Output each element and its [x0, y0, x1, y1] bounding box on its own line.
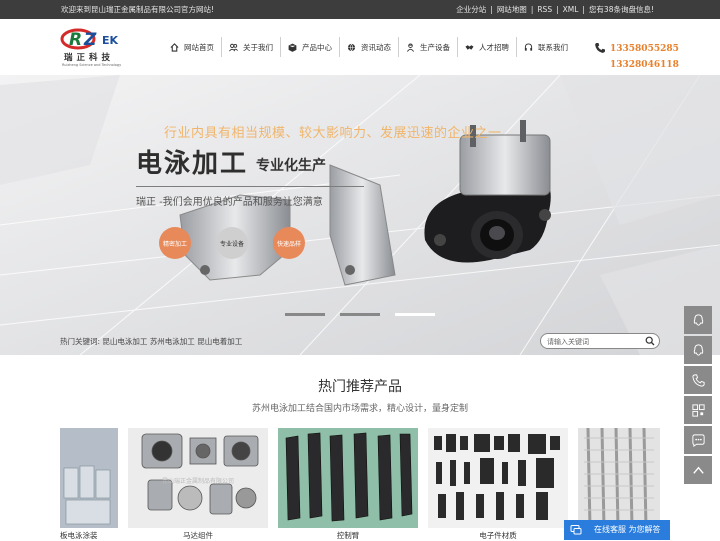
top-bar: 欢迎来到昆山瑞正金属制品有限公司官方网站! 企业分站 | 网站地图 | RSS | XML |… [0, 0, 720, 19]
product-caption[interactable]: 马达组件 [128, 530, 268, 541]
nav-contact[interactable]: 联系我们 [517, 37, 575, 57]
nav-equipment[interactable]: 生产设备 [399, 37, 458, 57]
search-box[interactable]: 请输入关键词 [540, 333, 660, 349]
product-card[interactable]: 电子件材质 [428, 428, 568, 540]
nav-label: 联系我们 [538, 42, 568, 52]
banner-subtitle: 瑞正 -我们会用优良的产品和服务让您满意 [136, 197, 323, 208]
headset-icon [524, 42, 533, 51]
slide-dot[interactable] [285, 313, 325, 316]
nav-label: 关于我们 [243, 42, 273, 52]
section-title: 热门推荐产品 [318, 379, 402, 395]
banner-title-small: 专业化生产 [256, 158, 326, 174]
hero-banner[interactable]: 行业内具有相当规模、较大影响力、发展迅速的企业之一 电泳加工 专业化生产 瑞正 … [0, 75, 720, 355]
banner-slogan: 行业内具有相当规模、较大影响力、发展迅速的企业之一 [164, 126, 502, 141]
logo-mark: R Z EK [60, 28, 119, 50]
keyword-link[interactable]: 昆山电泳加工 [102, 337, 147, 346]
home-icon [170, 42, 179, 52]
product-card[interactable]: 控制臂 [278, 428, 418, 540]
slide-dot-active[interactable] [395, 313, 435, 316]
keyword-link[interactable]: 昆山电着加工 [197, 337, 242, 346]
nav-jobs[interactable]: 人才招聘 [458, 37, 517, 57]
people-icon [229, 43, 238, 51]
product-image[interactable] [578, 428, 660, 528]
inquiry-link[interactable]: 您有38条询盘信息! [589, 5, 654, 14]
nav-news[interactable]: 资讯动态 [340, 37, 399, 57]
logo-cn: 瑞正科技 [64, 53, 115, 63]
qq-button-1[interactable] [684, 306, 712, 334]
nav-label: 资讯动态 [361, 42, 391, 52]
link-xml[interactable]: XML [563, 5, 579, 14]
product-caption[interactable]: 控制臂 [278, 530, 418, 541]
qq-button-2[interactable] [684, 336, 712, 364]
link-sitemap[interactable]: 网站地图 [497, 5, 527, 14]
link-subsites[interactable]: 企业分站 [456, 5, 486, 14]
chat-icon [570, 525, 582, 535]
nav-about[interactable]: 关于我们 [222, 37, 281, 57]
logo[interactable]: R Z EK 瑞正科技 Ruizheng Science and Technol… [60, 28, 126, 68]
product-image[interactable] [60, 428, 118, 528]
online-service-label: 在线客服 为您解答 [594, 525, 661, 534]
banner-title: 电泳加工 [136, 149, 249, 179]
logo-en: Ruizheng Science and Technology [62, 63, 122, 67]
keyword-link[interactable]: 苏州电泳加工 [150, 337, 195, 346]
slide-dot[interactable] [340, 313, 380, 316]
main-nav: 网站首页 关于我们 产品中心 资讯动态 生产设备 人才招聘 联系我们 [163, 37, 575, 57]
phone-number-1[interactable]: 13358055285 [610, 44, 679, 54]
section-subtitle: 苏州电泳加工结合国内市场需求，精心设计，量身定制 [251, 404, 468, 414]
svg-text:EK: EK [102, 34, 119, 47]
header: R Z EK 瑞正科技 Ruizheng Science and Technol… [0, 19, 720, 75]
keywords-label: 热门关键词: [60, 337, 101, 346]
banner-badge-fast: 快速品样 [273, 227, 305, 259]
globe-icon [347, 43, 356, 52]
banner-badge-equipment: 专业设备 [216, 227, 248, 259]
box-icon [288, 43, 297, 52]
svg-text:R: R [69, 30, 82, 50]
welcome-text: 欢迎来到昆山瑞正金属制品有限公司官方网站! [61, 5, 215, 14]
link-rss[interactable]: RSS [537, 5, 552, 14]
product-image[interactable] [428, 428, 568, 528]
top-links: 企业分站 | 网站地图 | RSS | XML | 您有38条询盘信息! [456, 5, 654, 14]
search-icon[interactable] [645, 336, 655, 346]
worker-icon [406, 42, 415, 52]
nav-products[interactable]: 产品中心 [281, 37, 340, 57]
qq-icon [693, 343, 703, 356]
product-caption[interactable]: 电子件材质 [428, 530, 568, 541]
qq-icon [693, 313, 703, 326]
svg-text:昆山瑞正金属制品有限公司: 昆山瑞正金属制品有限公司 [162, 477, 234, 485]
banner-divider [136, 186, 364, 187]
product-image[interactable]: 昆山瑞正金属制品有限公司 [128, 428, 268, 528]
nav-label: 网站首页 [184, 42, 214, 52]
product-caption[interactable]: 板电泳涂装 [60, 530, 98, 541]
product-image[interactable] [278, 428, 418, 528]
handshake-icon [465, 44, 474, 50]
banner-badge-precision: 精密加工 [159, 227, 191, 259]
product-card[interactable]: 昆山瑞正金属制品有限公司 马达组件 [128, 428, 268, 540]
svg-text:Z: Z [83, 30, 97, 50]
search-input[interactable]: 请输入关键词 [547, 337, 589, 347]
nav-home[interactable]: 网站首页 [163, 37, 222, 57]
phone-icon [595, 43, 605, 53]
phone-number-2[interactable]: 13328046118 [610, 60, 679, 70]
hot-keywords: 热门关键词: 昆山电泳加工 苏州电泳加工 昆山电着加工 [60, 336, 242, 347]
nav-label: 产品中心 [302, 42, 332, 52]
nav-label: 生产设备 [420, 42, 450, 52]
nav-label: 人才招聘 [479, 42, 509, 52]
online-service-bar[interactable]: 在线客服 为您解答 [564, 520, 670, 540]
product-card[interactable]: 板电泳涂装 [60, 428, 118, 540]
